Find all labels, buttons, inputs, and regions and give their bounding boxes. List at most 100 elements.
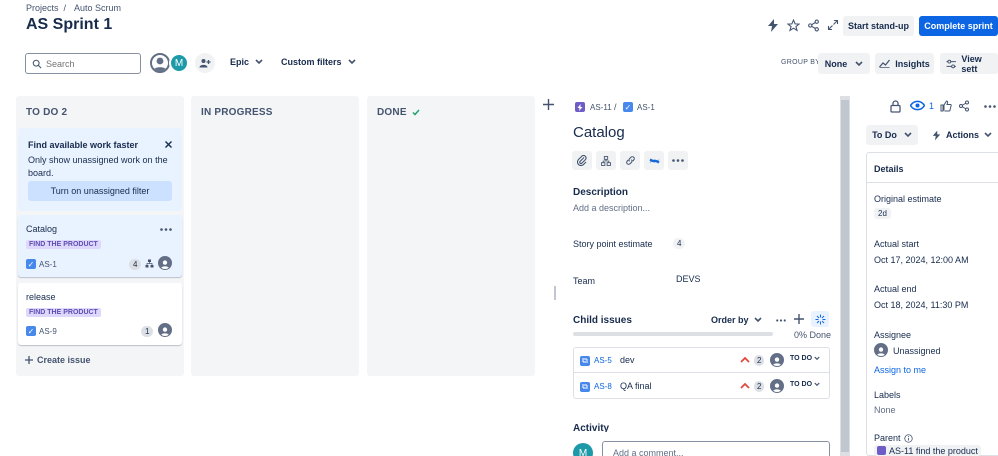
actual-start-value[interactable]: Oct 17, 2024, 12:00 AM [874, 255, 969, 265]
avatar-m[interactable]: M [169, 53, 189, 73]
insights-button[interactable]: Insights [875, 53, 934, 74]
more-actions-icon[interactable] [668, 151, 688, 170]
story-icon: ✓ [26, 259, 36, 269]
child-issues-icon [145, 259, 154, 268]
view-settings-button[interactable]: View sett [940, 53, 998, 74]
avatar-initial: M [174, 57, 184, 69]
card-key[interactable]: AS-9 [39, 327, 57, 336]
lock-icon[interactable] [890, 100, 901, 113]
chevron-down-icon [255, 59, 263, 65]
actual-start-label: Actual start [874, 239, 920, 249]
breadcrumb-project[interactable]: Auto Scrum [74, 3, 121, 13]
child-status-dropdown[interactable]: TO DO [790, 355, 820, 362]
actual-end-value[interactable]: Oct 18, 2024, 11:30 PM [874, 300, 968, 310]
epic-filter-button[interactable]: Epic [230, 57, 263, 67]
share-icon[interactable] [806, 18, 820, 32]
close-icon[interactable] [163, 139, 173, 149]
action-toolbar [572, 151, 688, 170]
description-field[interactable]: Add a description... [573, 203, 650, 213]
automation-icon[interactable] [766, 18, 780, 32]
plus-icon [542, 98, 554, 110]
assignee-value[interactable]: Unassigned [893, 346, 941, 356]
child-issue-row[interactable]: ⧉ AS-5 dev 2 TO DO [574, 348, 829, 373]
issue-card-as-9[interactable]: release FIND THE PRODUCT ✓ AS-9 1 [18, 283, 182, 345]
activity-heading: Activity [573, 423, 610, 432]
assignee-avatar[interactable] [770, 353, 784, 367]
assign-to-me-link[interactable]: Assign to me [874, 365, 926, 375]
progress-text: 0% Done [794, 330, 832, 340]
ai-suggest-icon[interactable] [811, 311, 829, 327]
star-icon[interactable] [786, 18, 800, 32]
team-label: Team [573, 276, 596, 286]
chevron-down-icon [814, 382, 820, 387]
labels-value[interactable]: None [874, 405, 896, 415]
team-value[interactable]: DEVS [676, 274, 701, 284]
tip-title: Find available work faster [28, 140, 139, 150]
card-key[interactable]: AS-1 [39, 260, 57, 269]
order-by-button[interactable]: Order by [711, 315, 762, 325]
settings-icon [946, 59, 956, 68]
start-standup-button[interactable]: Start stand-up [843, 16, 914, 36]
detail-scrollbar[interactable] [840, 96, 850, 456]
assignee-avatar[interactable] [874, 343, 888, 357]
story-points-value[interactable]: 4 [673, 238, 686, 249]
insights-icon [879, 59, 891, 68]
confluence-icon[interactable] [644, 151, 664, 170]
story-icon: ✓ [623, 102, 633, 112]
column-todo-title: TO DO 2 [26, 107, 68, 118]
checkmark-icon [412, 109, 420, 116]
add-column-button[interactable] [542, 97, 554, 111]
custom-filters-button[interactable]: Custom filters [281, 57, 356, 67]
search-input[interactable] [46, 58, 134, 69]
more-icon[interactable] [158, 224, 174, 234]
complete-sprint-button[interactable]: Complete sprint [919, 16, 998, 36]
expand-icon[interactable] [826, 18, 840, 32]
group-by-value: None [824, 58, 848, 69]
child-issue-icon[interactable] [596, 151, 616, 170]
child-issues-list: ⧉ AS-5 dev 2 TO DO ⧉ AS-8 QA final 2 TO … [573, 347, 830, 399]
status-dropdown[interactable]: To Do [866, 125, 918, 145]
breadcrumb-projects[interactable]: Projects [26, 3, 59, 13]
description-heading: Description [573, 187, 629, 198]
issue-card-as-1[interactable]: Catalog FIND THE PRODUCT ✓ AS-1 4 [18, 215, 182, 277]
issue-key-link[interactable]: AS-1 [637, 103, 655, 112]
unassigned-filter-button[interactable]: Turn on unassigned filter [28, 181, 172, 201]
comment-input[interactable]: Add a comment... [602, 441, 830, 456]
child-more-icon[interactable] [775, 315, 787, 325]
link-icon[interactable] [620, 151, 640, 170]
attach-icon[interactable] [572, 151, 592, 170]
more-icon[interactable] [984, 105, 996, 108]
child-status-dropdown[interactable]: TO DO [790, 381, 820, 388]
assignee-avatar[interactable] [770, 379, 784, 393]
parent-key-link[interactable]: AS-11 [590, 103, 612, 112]
issue-title[interactable]: Catalog [573, 124, 625, 141]
child-issue-key[interactable]: AS-5 [594, 356, 612, 365]
search-box[interactable] [25, 53, 141, 74]
column-done-title: DONE [377, 107, 407, 118]
thumbs-up-icon[interactable] [940, 100, 952, 112]
child-status-label: TO DO [790, 355, 813, 362]
child-issue-row[interactable]: ⧉ AS-8 QA final 2 TO DO [574, 374, 829, 399]
assignee-avatar[interactable] [158, 256, 172, 270]
child-issue-summary: QA final [620, 381, 652, 391]
group-by-select[interactable]: None [818, 53, 870, 74]
share-icon[interactable] [958, 100, 970, 112]
epic-filter-label: Epic [230, 57, 250, 67]
tip-body: Only show unassigned work on the board. [28, 155, 168, 178]
info-icon[interactable] [903, 433, 913, 443]
scrollbar-thumb[interactable] [841, 100, 849, 452]
epic-lozenge: FIND THE PRODUCT [26, 308, 101, 317]
original-estimate-value[interactable]: 2d [874, 208, 891, 219]
create-issue-button[interactable]: Create issue [25, 355, 91, 365]
child-issues-heading: Child issues [573, 315, 632, 326]
add-child-icon[interactable] [793, 313, 805, 325]
watch-button[interactable]: 1 [910, 100, 934, 111]
add-people-button[interactable] [195, 53, 215, 73]
assignee-avatar[interactable] [158, 323, 172, 337]
child-issue-key[interactable]: AS-8 [594, 382, 612, 391]
actions-dropdown[interactable]: Actions [926, 125, 998, 145]
avatar-unassigned[interactable] [150, 53, 170, 73]
resize-handle[interactable] [554, 286, 556, 300]
details-header[interactable]: Details [867, 153, 998, 183]
parent-value[interactable]: AS-11 find the product [874, 445, 981, 456]
